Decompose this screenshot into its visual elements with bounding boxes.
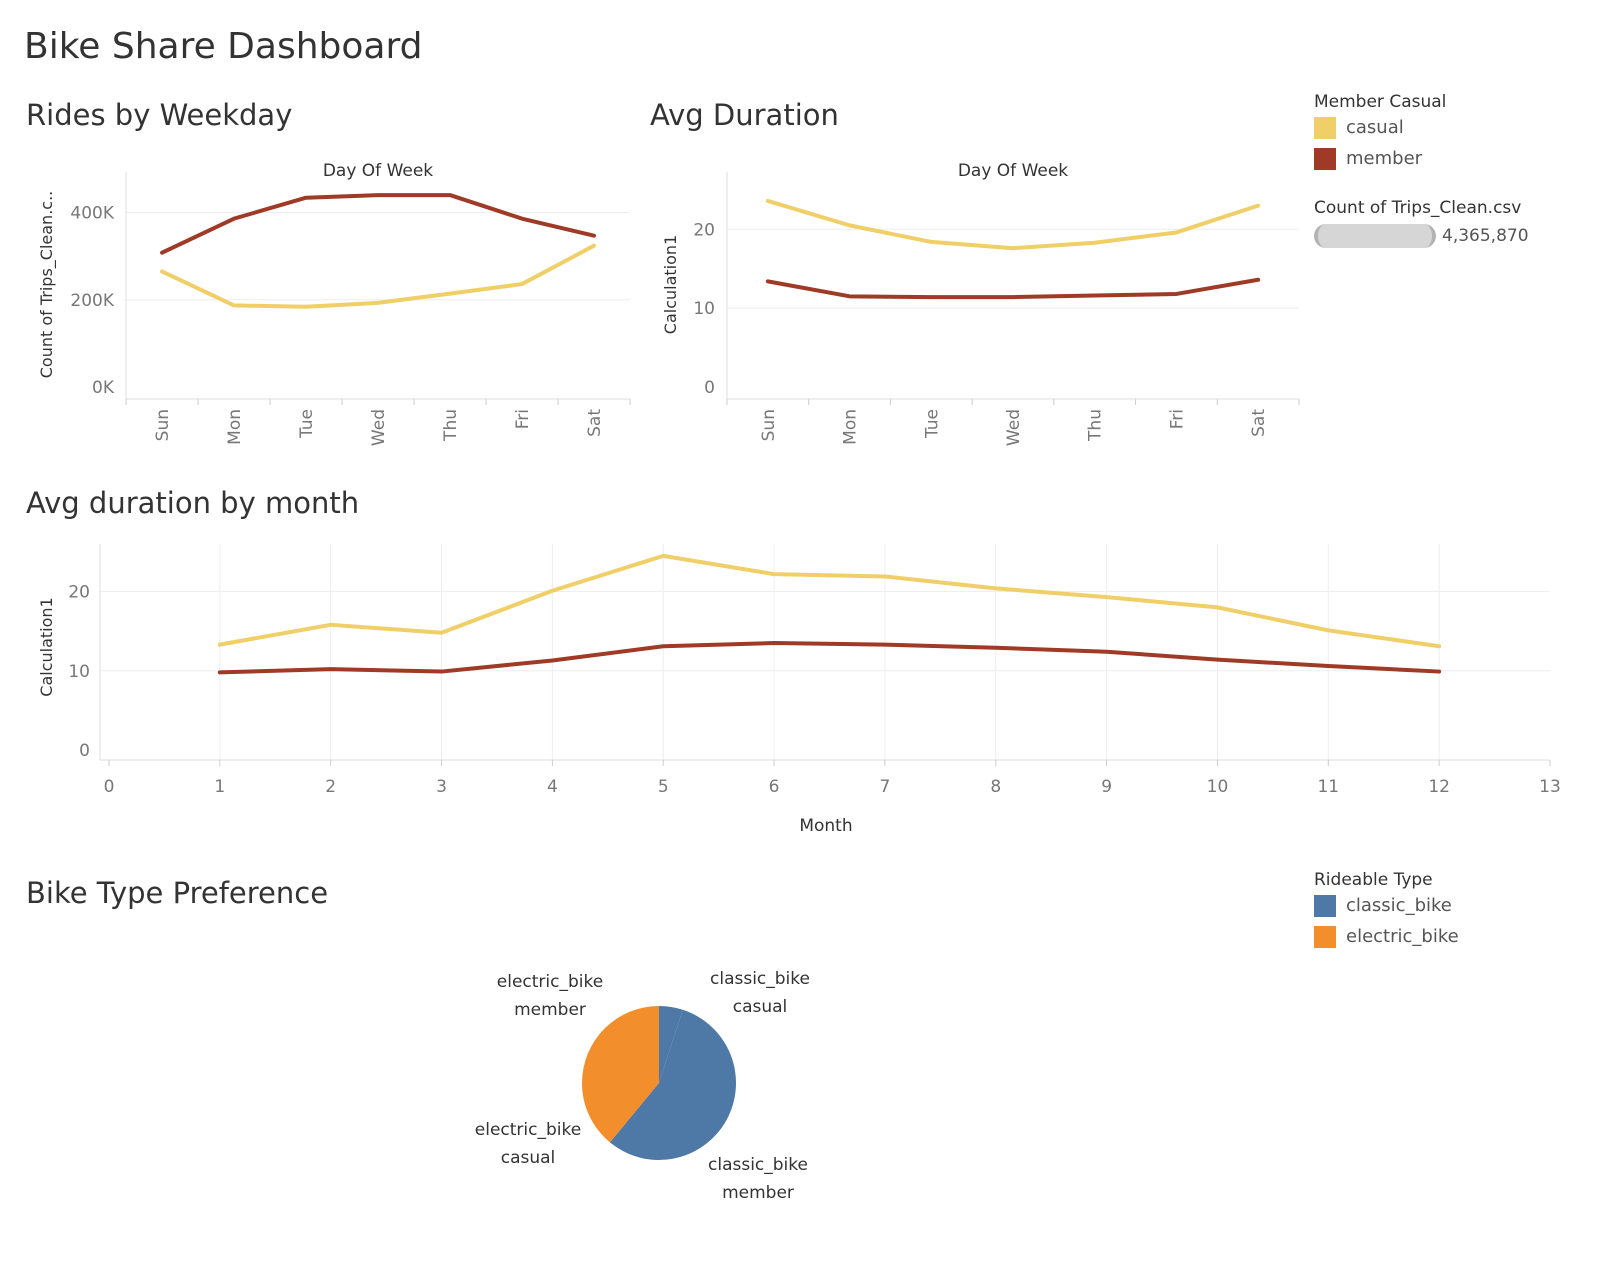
avg-duration-by-month-chart: 010200 1 2 3 4 5 6 7 8 9 10 11 12 13MonthCalculation1 [37, 544, 1561, 836]
x-tick-label: 1 [214, 777, 225, 797]
size-indicator [1314, 224, 1436, 248]
x-tick-label: Sat [1249, 409, 1269, 437]
y-tick-label: 200K [70, 291, 114, 311]
y-tick-label: 0 [79, 741, 90, 761]
y-axis-label: Calculation1 [37, 597, 56, 696]
y-axis-label: Calculation1 [661, 235, 680, 334]
y-tick-label: 20 [693, 220, 715, 240]
pie-label-line2: member [514, 1000, 586, 1020]
legend-title: Member Casual [1314, 92, 1447, 112]
x-tick-label: 3 [436, 777, 447, 797]
pie-label-line1: classic_bike [708, 1155, 808, 1175]
x-tick-label: Thu [1086, 409, 1106, 442]
pie-label-line2: casual [501, 1148, 556, 1168]
x-tick-label: 2 [325, 777, 336, 797]
x-tick-label: 4 [547, 777, 558, 797]
x-tick-label: 12 [1428, 777, 1450, 797]
legend-label: member [1346, 148, 1423, 169]
legend-title: Rideable Type [1314, 870, 1433, 890]
legend-item-casual[interactable]: casual [1314, 112, 1446, 143]
dashboard-title: Bike Share Dashboard [24, 26, 423, 67]
legend-swatch [1314, 116, 1336, 139]
x-tick-label: Thu [441, 409, 461, 442]
pie-label-line1: electric_bike [497, 972, 603, 992]
bike-type-preference-title: Bike Type Preference [26, 876, 329, 910]
y-tick-label: 10 [68, 662, 90, 682]
series-line-member [217, 641, 1442, 675]
x-tick-label: 9 [1101, 777, 1112, 797]
x-tick-label: Fri [513, 409, 533, 429]
y-axis-label: Count of Trips_Clean.c.. [37, 191, 57, 379]
avg-duration-by-month-title: Avg duration by month [26, 486, 360, 520]
top-axis-label: Day Of Week [323, 161, 433, 181]
legend-label: classic_bike [1346, 895, 1452, 916]
series-line-casual [160, 243, 596, 309]
size-legend: Count of Trips_Clean.csv 4,365,870 [1314, 198, 1529, 248]
x-tick-label: 11 [1317, 777, 1339, 797]
pie-label-line1: classic_bike [710, 969, 810, 989]
avg-duration-title: Avg Duration [650, 98, 839, 132]
legend-swatch [1314, 147, 1336, 170]
y-tick-label: 20 [68, 583, 90, 603]
x-tick-label: 6 [769, 777, 780, 797]
x-tick-label: 7 [880, 777, 891, 797]
x-axis-label: Month [799, 816, 852, 836]
x-tick-label: 5 [658, 777, 669, 797]
x-tick-label: Sun [759, 409, 779, 441]
x-tick-label: Sun [153, 409, 173, 441]
x-tick-label: Tue [922, 409, 942, 439]
pie-label-line2: casual [733, 997, 788, 1017]
y-tick-label: 400K [70, 204, 114, 224]
legend-label: casual [1346, 117, 1404, 138]
legend-swatch [1314, 925, 1336, 948]
legend-swatch [1314, 894, 1336, 917]
x-tick-label: 10 [1207, 777, 1229, 797]
rideable-type-legend: Rideable Type classic_bike electric_bike [1314, 870, 1459, 952]
rides-by-weekday-chart: Day Of Week 0K 200K 400K Sun Mon Tue Wed Thu Fri S… [37, 161, 631, 446]
legend-label: electric_bike [1346, 926, 1459, 947]
series-line-casual [765, 198, 1261, 251]
x-tick-label: 8 [990, 777, 1001, 797]
rides-by-weekday-title: Rides by Weekday [26, 98, 293, 132]
x-tick-label: Fri [1167, 409, 1187, 429]
y-tick-label: 0K [92, 378, 115, 398]
x-tick-label: Sat [585, 409, 605, 437]
avg-duration-chart: Day Of Week 0 10 20 Sun Mon Tue Wed Thu Fri Sat Cal… [661, 161, 1300, 446]
x-tick-label: 0 [104, 777, 115, 797]
pie-slice-electric-bike-member [582, 1006, 659, 1083]
x-tick-label: Wed [1004, 409, 1024, 446]
x-tick-label: Mon [841, 409, 861, 445]
legend-item-electric-bike[interactable]: electric_bike [1314, 921, 1459, 952]
legend-title: Count of Trips_Clean.csv [1314, 198, 1522, 218]
size-value: 4,365,870 [1442, 226, 1529, 246]
top-axis-label: Day Of Week [958, 161, 1068, 181]
pie-label-line1: electric_bike [475, 1120, 581, 1140]
pie-label-line2: member [722, 1183, 794, 1203]
x-tick-label: Mon [225, 409, 245, 445]
x-tick-label: 13 [1539, 777, 1561, 797]
y-tick-label: 10 [693, 299, 715, 319]
bike-type-pie-chart: classic_bikecasualclassic_bikememberelec… [475, 969, 810, 1203]
legend-item-classic-bike[interactable]: classic_bike [1314, 890, 1459, 921]
series-line-member [160, 193, 596, 255]
x-tick-label: Tue [297, 409, 317, 439]
series-line-member [765, 277, 1261, 300]
member-casual-legend: Member Casual casual member [1314, 92, 1446, 174]
legend-item-member[interactable]: member [1314, 143, 1446, 174]
y-tick-label: 0 [704, 378, 715, 398]
series-line-casual [217, 553, 1442, 649]
x-tick-label: Wed [369, 409, 389, 446]
